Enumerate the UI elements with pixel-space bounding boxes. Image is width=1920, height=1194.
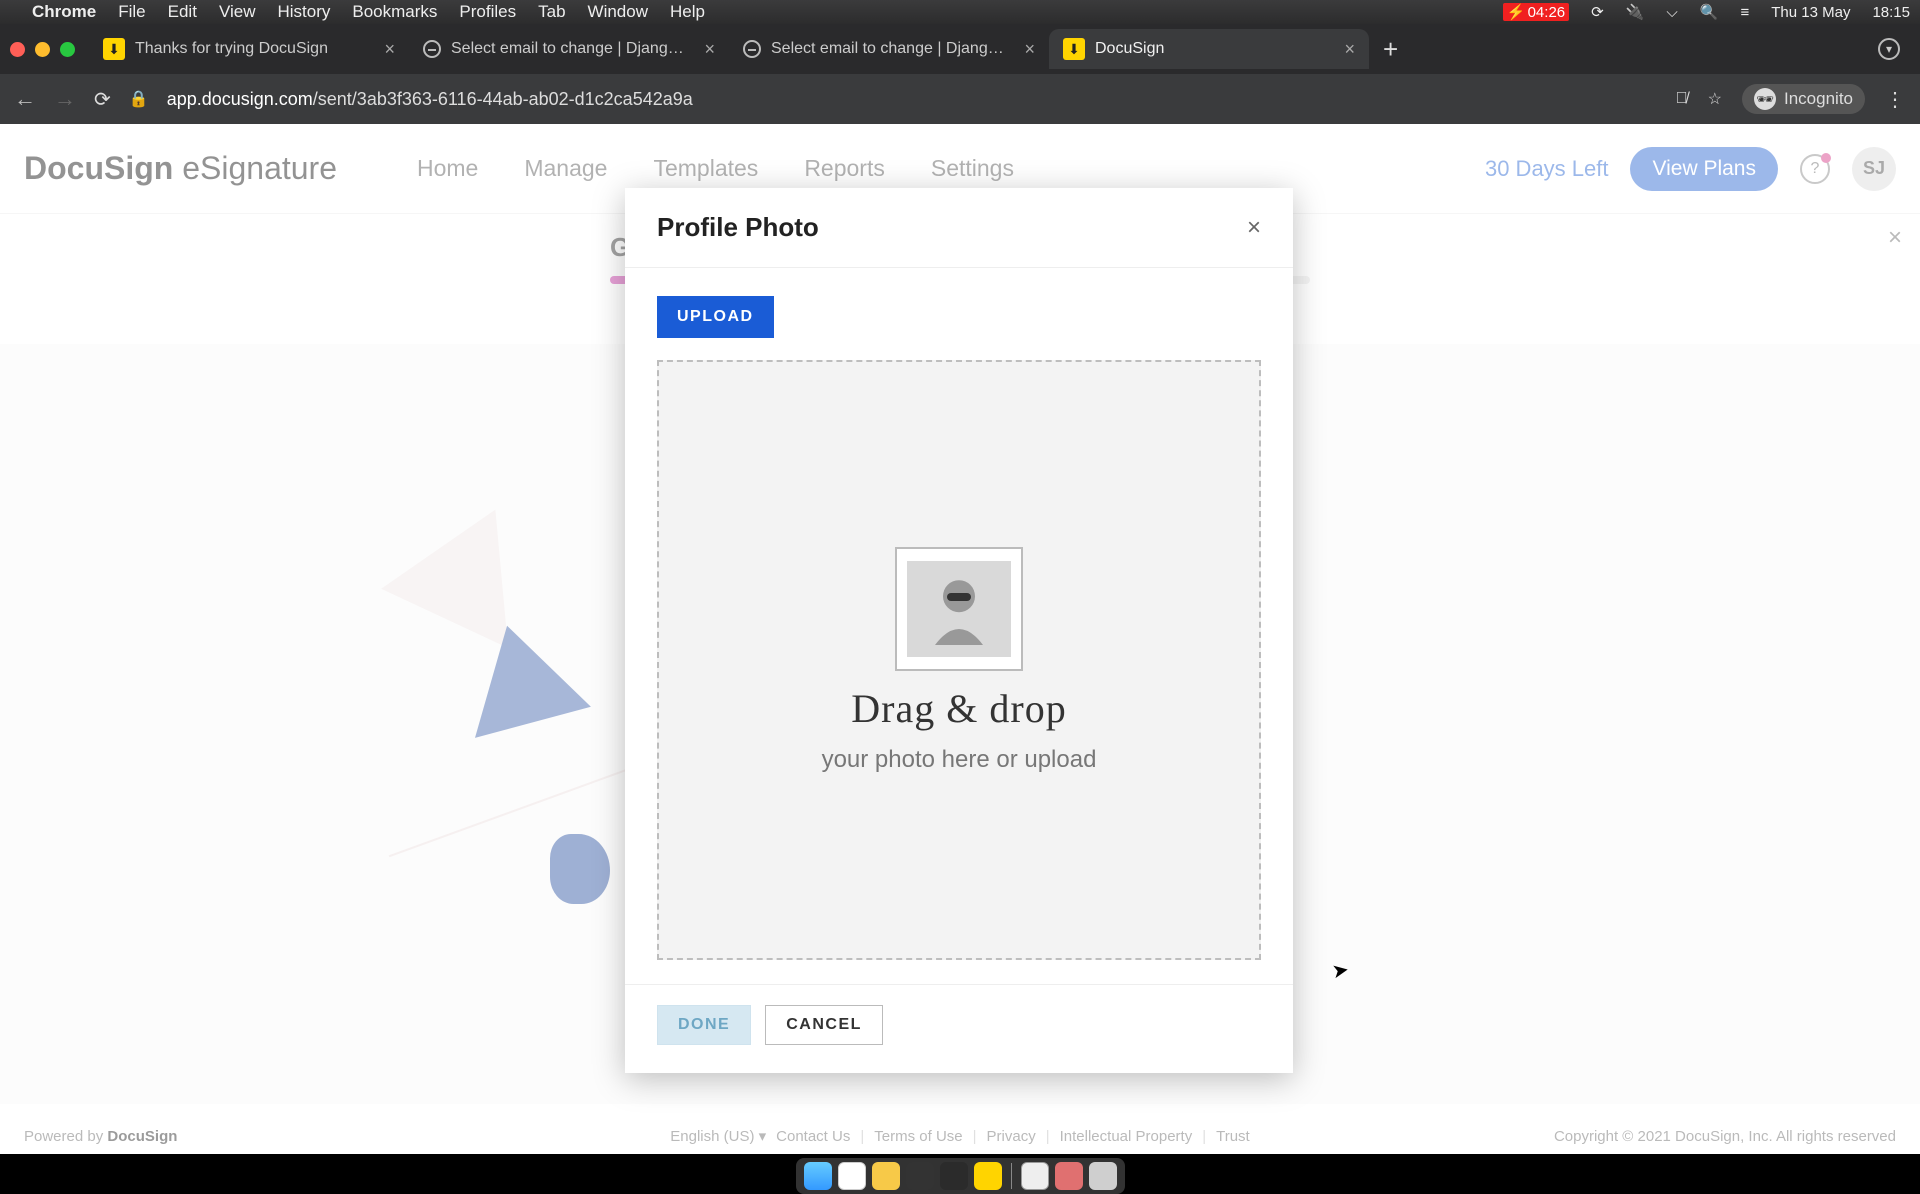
dropzone-subtext: your photo here or upload: [822, 746, 1097, 774]
tab-close-icon[interactable]: ×: [704, 39, 715, 60]
tab-title: Select email to change | Djang…: [451, 40, 694, 58]
control-center-icon[interactable]: ≡: [1740, 4, 1749, 21]
menu-history[interactable]: History: [277, 2, 330, 22]
dock-app-chrome[interactable]: [838, 1162, 866, 1190]
dock-app-images[interactable]: [1055, 1162, 1083, 1190]
menu-help[interactable]: Help: [670, 2, 705, 22]
menu-window[interactable]: Window: [588, 2, 648, 22]
new-tab-button[interactable]: +: [1369, 34, 1412, 65]
dock-app-postman[interactable]: [974, 1162, 1002, 1190]
menu-edit[interactable]: Edit: [168, 2, 197, 22]
page-content: DocuSign eSignature Home Manage Template…: [0, 124, 1920, 1154]
tab-title: DocuSign: [1095, 40, 1334, 58]
incognito-icon: 🕶: [1754, 88, 1776, 110]
sync-icon[interactable]: ⟳: [1591, 3, 1604, 21]
tab-title: Select email to change | Djang…: [771, 40, 1014, 58]
reload-button[interactable]: ⟳: [94, 87, 111, 112]
photo-dropzone[interactable]: Drag & drop your photo here or upload: [657, 360, 1261, 960]
docusign-favicon-icon: ⬇: [1063, 38, 1085, 60]
globe-favicon-icon: [743, 40, 761, 58]
menu-view[interactable]: View: [219, 2, 256, 22]
tab-close-icon[interactable]: ×: [384, 39, 395, 60]
menu-file[interactable]: File: [118, 2, 145, 22]
browser-tab[interactable]: ⬇ Thanks for trying DocuSign ×: [89, 29, 409, 69]
browser-tab[interactable]: Select email to change | Djang… ×: [729, 29, 1049, 69]
upload-button[interactable]: UPLOAD: [657, 296, 774, 338]
globe-favicon-icon: [423, 40, 441, 58]
menu-profiles[interactable]: Profiles: [459, 2, 516, 22]
dropzone-heading: Drag & drop: [851, 685, 1066, 732]
spotlight-icon[interactable]: 🔍: [1700, 3, 1719, 21]
placeholder-frame: [895, 547, 1023, 671]
cancel-button[interactable]: CANCEL: [765, 1005, 883, 1045]
mac-dock: [0, 1154, 1920, 1194]
dock-app-textedit[interactable]: [1021, 1162, 1049, 1190]
nav-back-button[interactable]: ←: [14, 86, 36, 112]
dock-app-iterm[interactable]: [940, 1162, 968, 1190]
modal-close-icon[interactable]: ×: [1247, 214, 1261, 242]
dock-app-terminal[interactable]: [906, 1162, 934, 1190]
dock-separator: [1011, 1163, 1012, 1189]
tab-title: Thanks for trying DocuSign: [135, 40, 374, 58]
tab-close-icon[interactable]: ×: [1024, 39, 1035, 60]
dock-app-finder[interactable]: [804, 1162, 832, 1190]
person-placeholder-icon: [907, 561, 1011, 657]
address-bar[interactable]: app.docusign.com/sent/3ab3f363-6116-44ab…: [167, 89, 1658, 110]
modal-title: Profile Photo: [657, 212, 819, 243]
dock-app-trash[interactable]: [1089, 1162, 1117, 1190]
wifi-icon[interactable]: ⌵: [1666, 4, 1677, 21]
power-icon[interactable]: 🔌: [1626, 3, 1645, 21]
menubar-clock[interactable]: 18:15: [1872, 4, 1910, 21]
window-controls: [10, 42, 75, 57]
menubar-date[interactable]: Thu 13 May: [1771, 4, 1850, 21]
tab-overflow-icon[interactable]: ▾: [1878, 38, 1900, 60]
tab-close-icon[interactable]: ×: [1344, 39, 1355, 60]
browser-tab-active[interactable]: ⬇ DocuSign ×: [1049, 29, 1369, 69]
browser-menu-icon[interactable]: ⋮: [1885, 87, 1906, 112]
nav-forward-button: →: [54, 86, 76, 112]
lock-icon[interactable]: 🔒: [129, 89, 149, 109]
window-zoom-icon[interactable]: [60, 42, 75, 57]
profile-photo-modal: Profile Photo × UPLOAD Drag & drop your …: [625, 188, 1293, 1073]
menu-tab[interactable]: Tab: [538, 2, 565, 22]
browser-toolbar: ← → ⟳ 🔒 app.docusign.com/sent/3ab3f363-6…: [0, 74, 1920, 124]
menubar-app[interactable]: Chrome: [32, 2, 96, 22]
done-button[interactable]: DONE: [657, 1005, 751, 1045]
bookmark-star-icon[interactable]: ☆: [1708, 89, 1722, 109]
incognito-badge[interactable]: 🕶 Incognito: [1742, 84, 1865, 114]
menu-bookmarks[interactable]: Bookmarks: [352, 2, 437, 22]
browser-tabstrip: ⬇ Thanks for trying DocuSign × Select em…: [0, 24, 1920, 74]
window-close-icon[interactable]: [10, 42, 25, 57]
browser-tab[interactable]: Select email to change | Djang… ×: [409, 29, 729, 69]
dock-app-notes[interactable]: [872, 1162, 900, 1190]
window-minimize-icon[interactable]: [35, 42, 50, 57]
mac-menubar: Chrome File Edit View History Bookmarks …: [0, 0, 1920, 24]
docusign-favicon-icon: ⬇: [103, 38, 125, 60]
battery-low-icon[interactable]: ⚡04:26: [1503, 3, 1569, 21]
eye-off-icon[interactable]: 👁̸: [1676, 90, 1688, 108]
